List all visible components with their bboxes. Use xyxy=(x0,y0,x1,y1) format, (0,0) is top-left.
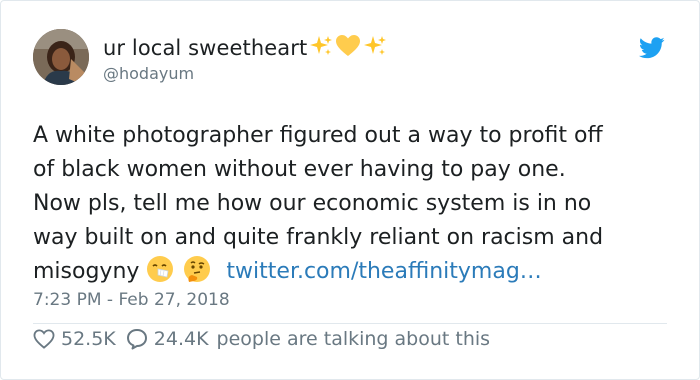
tweet-line: A white photographer figured out a way t… xyxy=(33,123,603,148)
like-count: 52.5K xyxy=(61,328,116,350)
sneezing-face-icon xyxy=(146,255,174,294)
author-handle[interactable]: @hodayum xyxy=(103,64,194,83)
avatar-photo xyxy=(33,29,89,85)
author-name-row[interactable]: ur local sweetheart xyxy=(103,34,387,62)
author-display-name[interactable]: ur local sweetheart xyxy=(103,36,307,60)
tweet-actions: 52.5K 24.4K people are talking about thi… xyxy=(33,328,490,350)
reply-button[interactable]: 24.4K people are talking about this xyxy=(126,328,490,350)
tweet-text: A white photographer figured out a way t… xyxy=(33,119,673,294)
reply-count: 24.4K xyxy=(153,328,209,350)
heart-outline-icon xyxy=(33,329,55,349)
talking-about-text: people are talking about this xyxy=(216,328,491,350)
tweet-timestamp[interactable]: 7:23 PM - Feb 27, 2018 xyxy=(33,290,230,310)
tweet-last-line: misogyny twitter.com/theaffinitymag… xyxy=(33,255,673,294)
sparkles-icon xyxy=(363,34,387,62)
avatar[interactable] xyxy=(33,29,89,85)
tweet-line: Now pls, tell me how our economic system… xyxy=(33,191,592,216)
tweet-line: way built on and quite frankly reliant o… xyxy=(33,225,604,250)
tweet-card: ur local sweetheart @hodayum A white pho… xyxy=(0,0,700,380)
tweet-line: of black women without ever having to pa… xyxy=(33,157,566,182)
yellow-heart-icon xyxy=(335,34,361,62)
tweet-link[interactable]: twitter.com/theaffinitymag… xyxy=(226,259,541,284)
divider xyxy=(33,323,667,324)
thinking-face-icon xyxy=(183,255,211,294)
like-button[interactable]: 52.5K xyxy=(33,328,116,350)
twitter-bird-icon[interactable] xyxy=(638,37,665,63)
speech-bubble-icon xyxy=(126,329,147,350)
sparkles-icon xyxy=(309,34,333,62)
tweet-last-word: misogyny xyxy=(33,259,140,284)
